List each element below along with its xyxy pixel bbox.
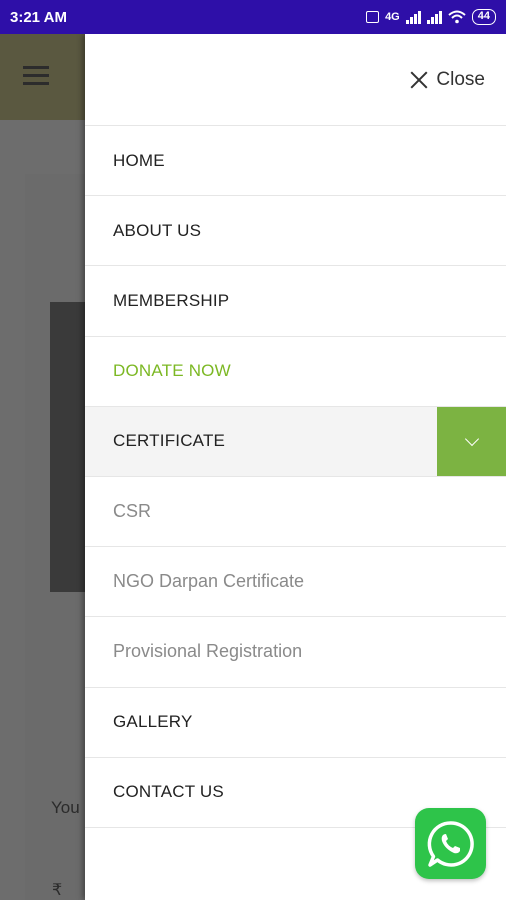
menu-item-label: HOME xyxy=(113,150,165,170)
submenu-item-ngo-darpan[interactable]: NGO Darpan Certificate xyxy=(85,547,506,618)
menu-item-donate-now[interactable]: DONATE NOW xyxy=(85,337,506,407)
menu-item-label: CONTACT US xyxy=(113,782,224,802)
notification-icon xyxy=(366,11,380,23)
status-icons: 4G 44 xyxy=(366,9,496,25)
submenu-item-csr[interactable]: CSR xyxy=(85,477,506,548)
menu-item-label: GALLERY xyxy=(113,712,193,732)
signal-icon-2 xyxy=(426,10,442,24)
whatsapp-button[interactable] xyxy=(415,808,486,879)
network-type: 4G xyxy=(385,11,400,23)
menu-item-gallery[interactable]: GALLERY xyxy=(85,688,506,758)
whatsapp-icon xyxy=(427,820,474,867)
certificate-expand-button[interactable] xyxy=(437,406,506,476)
currency-symbol: ₹ xyxy=(52,882,63,899)
wifi-icon xyxy=(448,10,466,24)
submenu-item-label: Provisional Registration xyxy=(113,641,303,662)
content-photo xyxy=(50,302,90,592)
status-bar: 3:21 AM 4G 44 xyxy=(0,0,506,34)
submenu-item-label: CSR xyxy=(113,501,152,522)
close-icon xyxy=(410,71,428,89)
signal-icon xyxy=(405,10,421,24)
content-text: You xyxy=(51,798,80,817)
menu-item-label: CERTIFICATE xyxy=(113,431,226,451)
menu-item-label: ABOUT US xyxy=(113,220,202,240)
submenu-item-provisional-registration[interactable]: Provisional Registration xyxy=(85,617,506,688)
menu-item-home[interactable]: HOME xyxy=(85,126,506,197)
navigation-drawer: Close HOME ABOUT US MEMBERSHIP DONATE NO… xyxy=(85,34,506,900)
menu-item-about-us[interactable]: ABOUT US xyxy=(85,196,506,267)
close-label: Close xyxy=(436,68,485,90)
menu-item-label: DONATE NOW xyxy=(113,361,231,381)
status-time: 3:21 AM xyxy=(10,8,67,26)
menu-item-certificate[interactable]: CERTIFICATE xyxy=(85,406,506,477)
menu-item-membership[interactable]: MEMBERSHIP xyxy=(85,266,506,337)
submenu-item-label: NGO Darpan Certificate xyxy=(113,571,305,592)
hamburger-icon[interactable] xyxy=(23,66,49,86)
drawer-header: Close xyxy=(85,34,506,126)
chevron-down-icon xyxy=(464,431,479,446)
battery-icon: 44 xyxy=(471,9,496,25)
menu-item-label: MEMBERSHIP xyxy=(113,290,230,310)
close-button[interactable]: Close xyxy=(410,69,485,91)
